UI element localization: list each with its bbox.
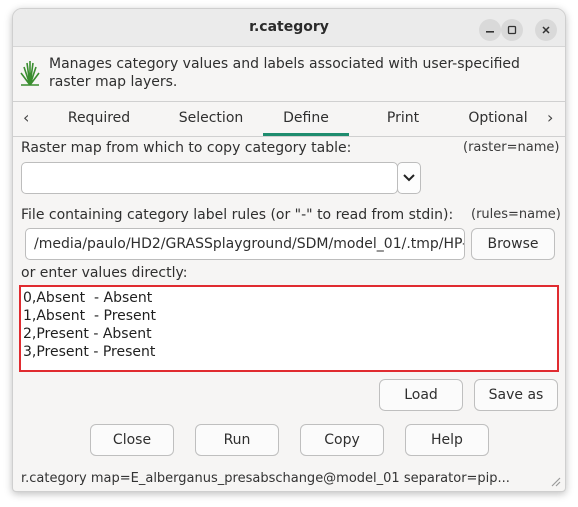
raster-label: Raster map from which to copy category t… (21, 140, 352, 156)
tab-label: Required (67, 110, 131, 126)
rules-line: 2,Present - Absent (23, 326, 152, 342)
browse-button[interactable]: Browse (471, 228, 555, 260)
tab-label: Print (386, 110, 420, 126)
direct-values-label: or enter values directly: (21, 265, 188, 281)
raster-map-input[interactable] (21, 162, 398, 194)
tab-label: Optional (468, 110, 528, 126)
copy-button[interactable]: Copy (300, 424, 384, 456)
module-description: Manages category values and labels assoc… (49, 56, 520, 90)
tab-scroll-right-button[interactable]: › (547, 102, 553, 136)
command-preview: r.category map=E_alberganus_presabschang… (21, 471, 510, 486)
run-button[interactable]: Run (195, 424, 279, 456)
minimize-icon (486, 31, 494, 33)
tab-selection[interactable]: Selection (163, 102, 259, 136)
tab-label: Define (283, 110, 329, 126)
maximize-button[interactable] (501, 19, 523, 41)
rules-param-hint: (rules=name) (471, 207, 561, 222)
raster-param-hint: (raster=name) (463, 140, 560, 155)
rules-file-label: File containing category label rules (or… (21, 207, 454, 223)
rules-text-area[interactable]: 0,Absent - Absent 1,Absent - Present 2,P… (19, 285, 559, 372)
close-button[interactable]: Close (90, 424, 174, 456)
load-button[interactable]: Load (379, 379, 463, 411)
tab-required[interactable]: Required (53, 102, 145, 136)
tab-print[interactable]: Print (363, 102, 443, 136)
maximize-icon (507, 25, 517, 35)
close-icon (542, 26, 550, 34)
chevron-right-icon: › (547, 108, 554, 127)
grass-icon (20, 61, 40, 86)
title-bar[interactable]: r.category (13, 9, 565, 47)
raster-dropdown-button[interactable] (397, 162, 421, 194)
help-button[interactable]: Help (405, 424, 489, 456)
module-description-row: Manages category values and labels assoc… (13, 55, 565, 99)
rules-line: 3,Present - Present (23, 344, 156, 360)
rules-file-input[interactable]: /media/paulo/HD2/GRASSplayground/SDM/mod… (25, 228, 465, 260)
resize-grip-icon[interactable] (547, 473, 561, 487)
tab-optional[interactable]: Optional (453, 102, 543, 136)
save-as-button[interactable]: Save as (474, 379, 558, 411)
close-window-button[interactable] (535, 19, 557, 41)
chevron-left-icon: ‹ (23, 108, 30, 127)
chevron-down-icon (403, 174, 415, 182)
rules-line: 0,Absent - Absent (23, 290, 153, 306)
rules-file-path: /media/paulo/HD2/GRASSplayground/SDM/mod… (34, 236, 465, 252)
dialog-window: r.category Manages category values and l… (12, 8, 566, 492)
rules-line: 1,Absent - Present (23, 308, 157, 324)
tab-scroll-left-button[interactable]: ‹ (23, 102, 29, 136)
tab-define[interactable]: Define (263, 102, 349, 136)
minimize-button[interactable] (479, 19, 501, 41)
tab-bar: ‹ Required Selection Define Print Option… (13, 101, 565, 137)
tab-label: Selection (178, 110, 244, 126)
